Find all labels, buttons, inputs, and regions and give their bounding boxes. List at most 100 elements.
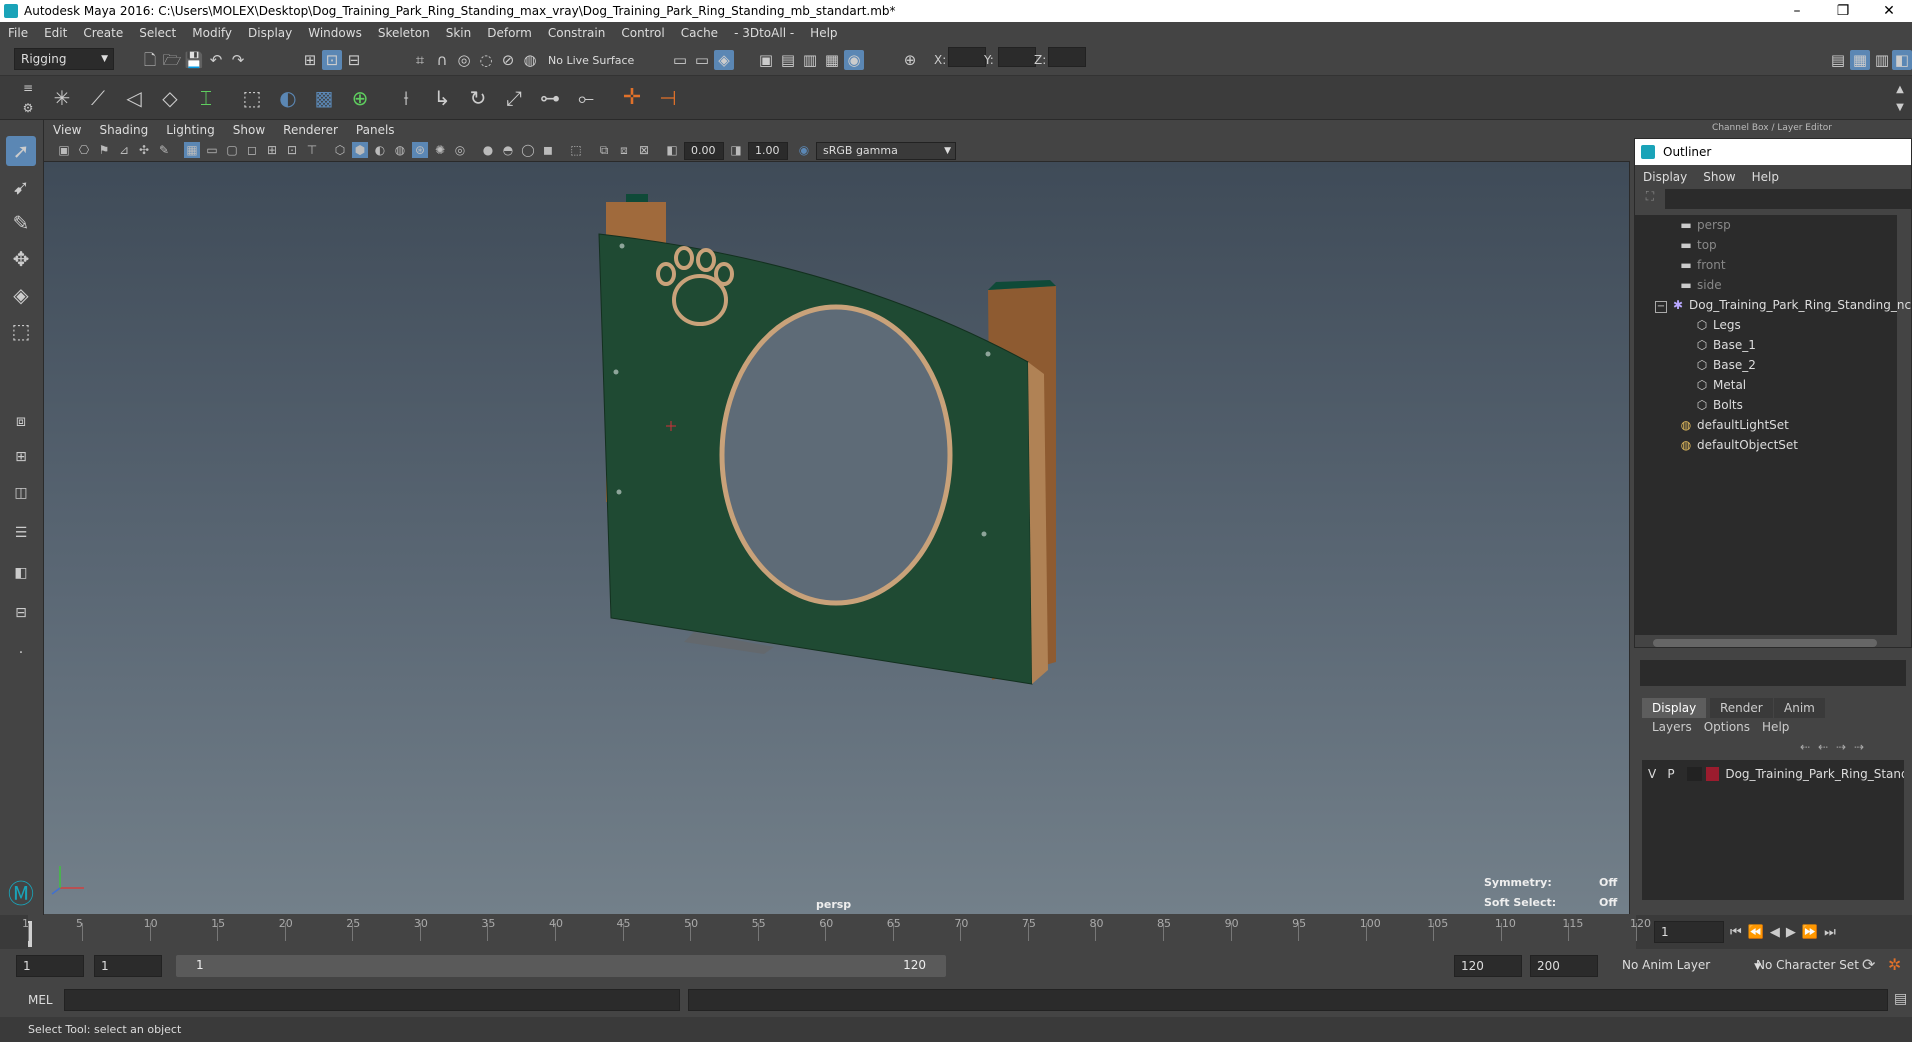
outliner-menu-show[interactable]: Show <box>1695 170 1743 184</box>
render-frame-icon[interactable]: ▤ <box>778 50 798 70</box>
layer-menu-layers[interactable]: Layers <box>1646 720 1698 734</box>
motion-blur-icon[interactable]: ◓ <box>500 142 516 158</box>
lattice-icon[interactable]: ▩ <box>314 88 334 108</box>
scale-tool-icon[interactable]: ⬚ <box>6 316 36 346</box>
exposure-icon[interactable]: ◧ <box>664 142 680 158</box>
gamma-icon[interactable]: ◨ <box>728 142 744 158</box>
menu-3dtoall[interactable]: - 3DtoAll - <box>726 26 802 40</box>
menu-skeleton[interactable]: Skeleton <box>370 26 438 40</box>
scale-constraint-icon[interactable]: ⤢ <box>504 88 524 108</box>
menu-control[interactable]: Control <box>613 26 672 40</box>
snap-view-icon[interactable]: ◌ <box>476 50 496 70</box>
script-editor-icon[interactable]: ▤ <box>1894 991 1907 1007</box>
live-surface-field[interactable]: No Live Surface <box>548 51 638 71</box>
textured-icon[interactable]: ⊛ <box>412 142 428 158</box>
rotate-tool-icon[interactable]: ◈ <box>6 280 36 310</box>
list-item[interactable]: ▬ front <box>1679 255 1725 275</box>
safe-action-icon[interactable]: ⊡ <box>284 142 300 158</box>
list-item[interactable]: ⬡ Base_2 <box>1695 355 1756 375</box>
shelf-menu-icon[interactable]: ≡ <box>18 78 38 98</box>
anim-prefs-icon[interactable]: ✲ <box>1888 955 1901 974</box>
hik-icon[interactable]: ✛ <box>622 87 642 109</box>
playback-start-field[interactable]: 1 <box>94 955 162 977</box>
snap-grid-icon[interactable]: ⌗ <box>410 50 430 70</box>
input-ops-icon[interactable]: ▭ <box>670 50 690 70</box>
smooth-shade-icon[interactable]: ⬢ <box>352 142 368 158</box>
layer-menu-help[interactable]: Help <box>1756 720 1795 734</box>
tab-anim[interactable]: Anim <box>1774 698 1825 718</box>
modeling-toolkit-icon[interactable]: ▤ <box>1828 50 1848 70</box>
pole-vector-icon[interactable]: ⟜ <box>576 88 596 108</box>
menu-constrain[interactable]: Constrain <box>540 26 614 40</box>
hypershade-icon[interactable]: ◉ <box>844 50 864 70</box>
layer-name[interactable]: Dog_Training_Park_Ring_Standi <box>1725 767 1904 781</box>
layer-playback-toggle[interactable]: P <box>1667 767 1682 781</box>
ambient-occlusion-icon[interactable]: ● <box>480 142 496 158</box>
tool-settings-icon[interactable]: ▥ <box>1872 50 1892 70</box>
bind-skin-icon[interactable]: ⬚ <box>242 88 262 108</box>
isolate-select-icon[interactable]: ⬚ <box>568 142 584 158</box>
paint-weights-icon[interactable]: ◐ <box>278 88 298 108</box>
ik-handle-icon[interactable]: ⟋ <box>88 88 108 108</box>
layer-type-toggle[interactable] <box>1686 767 1702 781</box>
snap-curve-icon[interactable]: ∩ <box>432 50 452 70</box>
xray-joints-icon[interactable]: ⧉ <box>596 142 612 158</box>
close-button[interactable]: ✕ <box>1866 0 1912 22</box>
z-field[interactable] <box>1048 47 1086 67</box>
transform-field-icon[interactable]: ⊕ <box>900 50 920 70</box>
panel-menu-view[interactable]: View <box>44 123 90 137</box>
range-bar[interactable]: 1 120 <box>176 955 946 977</box>
playback-controls[interactable]: ⏮⏪◀▶⏩⏭ <box>1730 925 1842 940</box>
shadows-icon[interactable]: ◍ <box>392 142 408 158</box>
mel-label[interactable]: MEL <box>28 993 53 1007</box>
list-item[interactable]: ⬡ Legs <box>1695 315 1741 335</box>
outliner-search-input[interactable] <box>1665 189 1911 209</box>
playback-end-field[interactable]: 120 <box>1454 955 1522 977</box>
panel-menu-lighting[interactable]: Lighting <box>157 123 224 137</box>
menu-select[interactable]: Select <box>131 26 184 40</box>
mirror-joint-icon[interactable]: ◇ <box>160 88 180 108</box>
current-frame-value[interactable]: 1 <box>1654 921 1724 943</box>
depth-field-icon[interactable]: ◼ <box>540 142 556 158</box>
default-lighting-icon[interactable]: ◐ <box>372 142 388 158</box>
snap-surface-icon[interactable]: ⊘ <box>498 50 518 70</box>
point-constraint-icon[interactable]: ⟊ <box>396 88 416 108</box>
x-field[interactable] <box>948 47 986 67</box>
outliner-menu-display[interactable]: Display <box>1635 170 1695 184</box>
layer-menu-options[interactable]: Options <box>1698 720 1756 734</box>
list-item[interactable]: ⬡ Base_1 <box>1695 335 1756 355</box>
menu-modify[interactable]: Modify <box>184 26 240 40</box>
list-item[interactable]: ◍ defaultObjectSet <box>1679 435 1798 455</box>
move-tool-icon[interactable]: ✥ <box>6 244 36 274</box>
image-plane-icon[interactable]: ⊿ <box>116 142 132 158</box>
render-settings-icon[interactable]: ▦ <box>822 50 842 70</box>
panel-menu-renderer[interactable]: Renderer <box>274 123 347 137</box>
menu-display[interactable]: Display <box>240 26 300 40</box>
grease-pencil-icon[interactable]: ✎ <box>156 142 172 158</box>
panel-menu-shading[interactable]: Shading <box>90 123 157 137</box>
layout-menu-icon[interactable]: · <box>6 638 36 668</box>
save-scene-icon[interactable]: 💾 <box>184 50 204 70</box>
anim-start-field[interactable]: 1 <box>16 955 84 977</box>
hik-character-icon[interactable]: ⊣ <box>658 88 678 108</box>
menu-cache[interactable]: Cache <box>673 26 726 40</box>
field-chart-icon[interactable]: ⊞ <box>264 142 280 158</box>
outliner-list[interactable]: ▬ persp ▬ top ▬ front ▬ side − ✱ Dog_Training_… <box>1635 215 1912 635</box>
redo-icon[interactable]: ↷ <box>228 50 248 70</box>
panel-menu-show[interactable]: Show <box>224 123 274 137</box>
y-field[interactable] <box>998 47 1036 67</box>
shelf-scroll-down-icon[interactable]: ▼ <box>1890 98 1910 118</box>
list-item[interactable]: ⬡ Bolts <box>1695 395 1743 415</box>
select-hierarchy-icon[interactable]: ⊞ <box>300 50 320 70</box>
mel-input[interactable] <box>64 989 680 1011</box>
ik-spline-icon[interactable]: ◁ <box>124 88 144 108</box>
exposure-field[interactable]: 0.00 <box>684 142 724 160</box>
collapse-icon[interactable]: − <box>1655 301 1667 313</box>
tab-render[interactable]: Render <box>1710 698 1773 718</box>
menu-windows[interactable]: Windows <box>300 26 370 40</box>
layout-four-icon[interactable]: ⊞ <box>6 442 36 472</box>
gate-mask-icon[interactable]: ◻ <box>244 142 260 158</box>
menu-help[interactable]: Help <box>802 26 845 40</box>
make-live-icon[interactable]: ◍ <box>520 50 540 70</box>
menu-create[interactable]: Create <box>75 26 131 40</box>
